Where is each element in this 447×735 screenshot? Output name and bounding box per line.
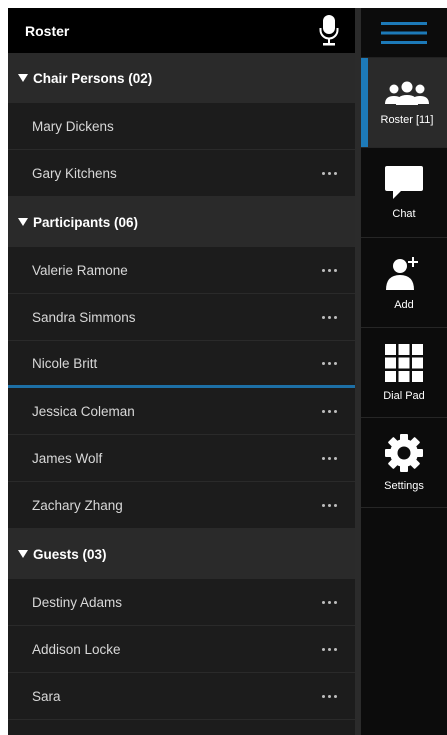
collapse-triangle-icon bbox=[18, 550, 28, 558]
more-options-icon[interactable] bbox=[318, 500, 341, 511]
roster-pane: Roster Chair Persons (02) Mary Dickens G… bbox=[8, 8, 355, 735]
member-name: Sandra Simmons bbox=[32, 309, 136, 325]
nav-label: Chat bbox=[392, 207, 416, 220]
group-header-participants[interactable]: Participants (06) bbox=[8, 197, 355, 247]
list-item[interactable]: Sara bbox=[8, 673, 355, 720]
member-name: Zachary Zhang bbox=[32, 497, 123, 513]
roster-header: Roster bbox=[8, 8, 355, 53]
list-item[interactable]: James Wolf bbox=[8, 435, 355, 482]
more-options-icon[interactable] bbox=[318, 597, 341, 608]
collapse-triangle-icon bbox=[18, 74, 28, 82]
list-item[interactable]: Destiny Adams bbox=[8, 579, 355, 626]
dialpad-icon bbox=[385, 343, 423, 385]
list-item-selected[interactable]: Nicole Britt bbox=[8, 341, 355, 388]
collapse-triangle-icon bbox=[18, 218, 28, 226]
member-name: Jessica Coleman bbox=[32, 403, 135, 419]
nav-dial-pad[interactable]: Dial Pad bbox=[361, 328, 447, 418]
nav-chat[interactable]: Chat bbox=[361, 148, 447, 238]
list-item[interactable]: Valerie Ramone bbox=[8, 247, 355, 294]
list-item[interactable]: Gary Kitchens bbox=[8, 150, 355, 197]
side-nav: Roster [11] Chat Add Dial Pad Settings bbox=[361, 8, 447, 735]
nav-label: Settings bbox=[384, 479, 424, 492]
more-options-icon[interactable] bbox=[318, 691, 341, 702]
member-name: James Wolf bbox=[32, 450, 103, 466]
roster-title: Roster bbox=[25, 22, 70, 39]
nav-roster[interactable]: Roster [11] bbox=[361, 58, 447, 148]
member-name: Mary Dickens bbox=[32, 118, 114, 134]
more-options-icon[interactable] bbox=[318, 453, 341, 464]
member-name: Sara bbox=[32, 688, 61, 704]
nav-settings[interactable]: Settings bbox=[361, 418, 447, 508]
member-name: Valerie Ramone bbox=[32, 262, 128, 278]
more-options-icon[interactable] bbox=[318, 644, 341, 655]
microphone-icon[interactable] bbox=[317, 13, 341, 49]
nav-label: Roster [11] bbox=[380, 113, 434, 126]
nav-add[interactable]: Add bbox=[361, 238, 447, 328]
list-item[interactable]: Mary Dickens bbox=[8, 103, 355, 150]
group-header-guests[interactable]: Guests (03) bbox=[8, 529, 355, 579]
more-options-icon[interactable] bbox=[318, 406, 341, 417]
group-label: Guests (03) bbox=[33, 546, 107, 562]
group-label: Participants (06) bbox=[33, 214, 139, 230]
gear-icon bbox=[385, 433, 423, 475]
member-name: Gary Kitchens bbox=[32, 165, 117, 181]
list-item[interactable]: Addison Locke bbox=[8, 626, 355, 673]
more-options-icon[interactable] bbox=[318, 358, 341, 369]
add-user-icon bbox=[386, 255, 422, 294]
list-item[interactable]: Zachary Zhang bbox=[8, 482, 355, 529]
people-icon bbox=[384, 80, 430, 109]
member-name: Nicole Britt bbox=[32, 355, 98, 371]
hamburger-menu-icon[interactable] bbox=[361, 8, 447, 58]
chat-icon bbox=[385, 165, 423, 203]
group-header-chair-persons[interactable]: Chair Persons (02) bbox=[8, 53, 355, 103]
nav-label: Add bbox=[394, 298, 414, 311]
group-label: Chair Persons (02) bbox=[33, 70, 153, 86]
more-options-icon[interactable] bbox=[318, 265, 341, 276]
list-item[interactable]: Sandra Simmons bbox=[8, 294, 355, 341]
more-options-icon[interactable] bbox=[318, 312, 341, 323]
app-window: Roster Chair Persons (02) Mary Dickens G… bbox=[8, 8, 447, 735]
more-options-icon[interactable] bbox=[318, 168, 341, 179]
member-name: Destiny Adams bbox=[32, 594, 123, 610]
member-name: Addison Locke bbox=[32, 641, 121, 657]
list-item[interactable]: Jessica Coleman bbox=[8, 388, 355, 435]
nav-label: Dial Pad bbox=[383, 389, 425, 402]
